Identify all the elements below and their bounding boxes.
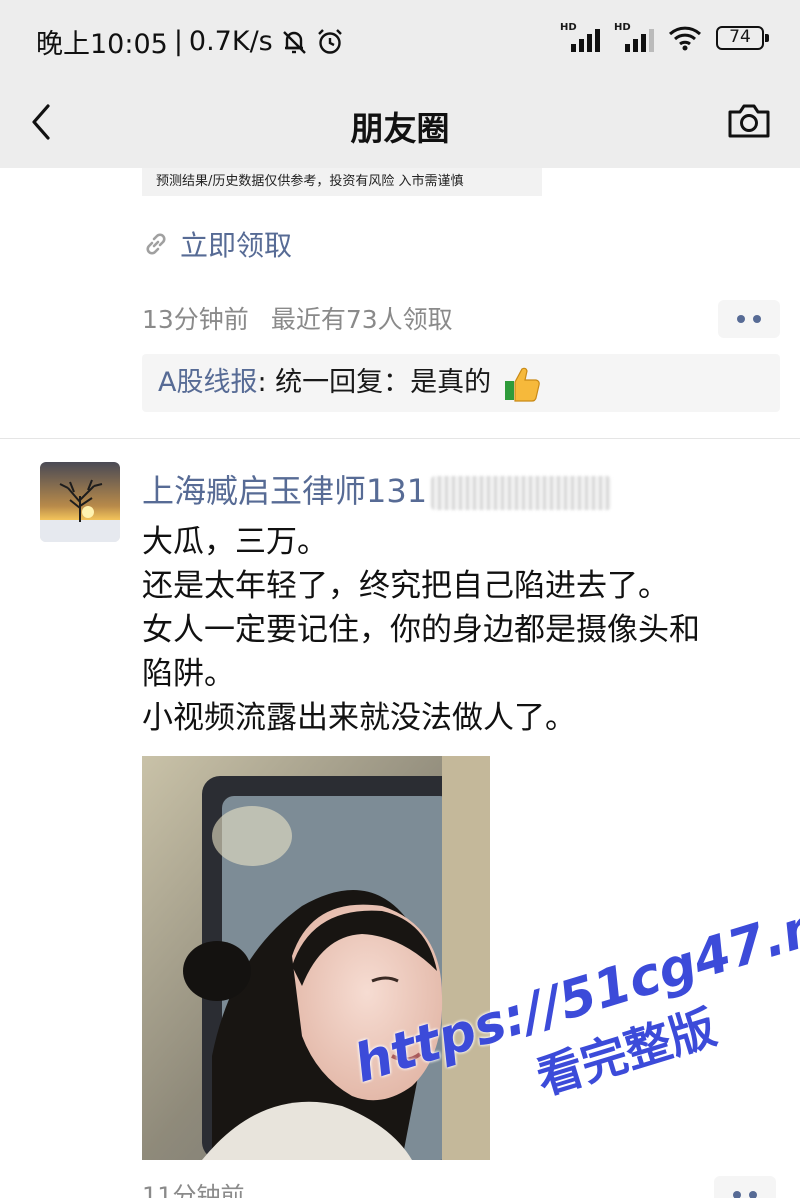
status-right: HD HD 74 — [560, 22, 769, 54]
poster-name[interactable]: 上海臧启玉律师131 — [142, 466, 612, 512]
post-line: 陷阱。 — [142, 656, 235, 692]
ad-disclaimer: 预测结果/历史数据仅供参考，投资有风险 入市需谨慎 — [142, 168, 542, 196]
wifi-icon — [668, 26, 702, 51]
post-line: 小视频流露出来就没法做人了。 — [142, 700, 576, 736]
mute-icon — [282, 30, 306, 54]
claim-link-label: 立即领取 — [180, 229, 293, 262]
watermark-label: 看完整版 — [530, 999, 723, 1106]
alarm-icon — [317, 28, 342, 54]
battery-level: 74 — [729, 27, 751, 47]
status-left: 晚上10:05 | 0.7K/s — [36, 22, 345, 61]
redacted-number — [431, 476, 612, 510]
post-time-2: 11分钟前 — [142, 1182, 245, 1198]
comment-user[interactable]: A股线报 — [158, 367, 257, 398]
page-title: 朋友圈 — [350, 109, 450, 148]
post-divider — [0, 438, 800, 439]
thumbs-up-icon — [504, 367, 540, 402]
claim-link[interactable]: 立即领取 — [142, 224, 292, 264]
post-line: 女人一定要记住，你的身边都是摄像头和 — [142, 612, 700, 648]
post-meta: 13分钟前 最近有73人领取 — [142, 300, 453, 336]
comment-text: : 统一回复：是真的 — [257, 367, 492, 398]
post-body: 大瓜，三万。 还是太年轻了，终究把自己陷进去了。 女人一定要记住，你的身边都是摄… — [142, 520, 782, 740]
status-bar: 晚上10:05 | 0.7K/s HD HD 74 — [0, 0, 800, 80]
more-actions-button[interactable] — [718, 300, 780, 338]
post-line: 还是太年轻了，终究把自己陷进去了。 — [142, 568, 669, 604]
claimed-count: 最近有73人领取 — [270, 305, 453, 334]
link-icon — [146, 233, 166, 255]
poster-name-text: 上海臧启玉律师131 — [142, 472, 428, 510]
battery-icon: 74 — [716, 26, 769, 50]
camera-button[interactable] — [726, 98, 772, 144]
signal-2-icon: HD — [614, 22, 654, 54]
signal-1-icon: HD — [560, 22, 600, 54]
avatar[interactable] — [40, 462, 120, 542]
post-line: 大瓜，三万。 — [142, 524, 328, 560]
status-separator: | — [173, 26, 183, 57]
more-actions-button-2[interactable] — [714, 1176, 776, 1198]
post-time: 13分钟前 — [142, 305, 249, 334]
nav-header: 朋友圈 — [0, 80, 800, 168]
portrait-photo — [142, 756, 490, 1160]
status-net-speed: 0.7K/s — [188, 26, 273, 57]
comment-box: A股线报: 统一回复：是真的 — [142, 354, 780, 412]
camera-icon — [728, 104, 770, 138]
status-time: 晚上10:05 — [36, 29, 168, 60]
post-photo[interactable] — [142, 756, 490, 1160]
tree-sunset-avatar — [40, 462, 120, 542]
